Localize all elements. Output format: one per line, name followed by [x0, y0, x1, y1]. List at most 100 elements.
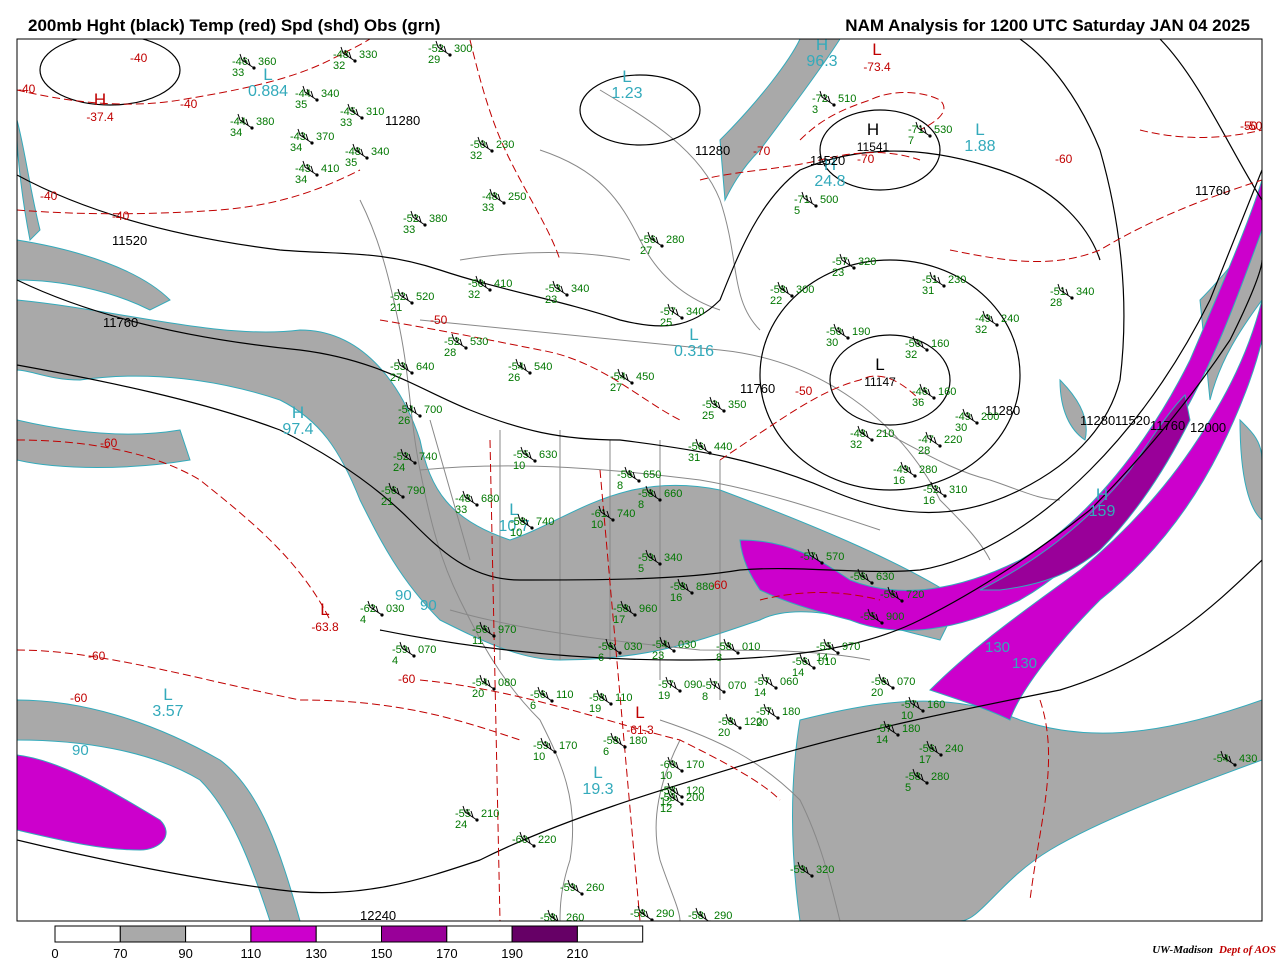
station-obs: -57 18020: [756, 703, 800, 729]
obs-dewpoint: 24: [393, 462, 405, 474]
temperature-label: -50: [1245, 119, 1263, 133]
obs-height: 240: [945, 743, 963, 755]
station-obs: -57 09019: [658, 676, 702, 702]
weather-map: H-37.4L0.884L1.23H96.3L-73.4H11541L1.88H…: [16, 35, 1263, 960]
obs-height: 640: [416, 361, 434, 373]
obs-height: 500: [820, 194, 838, 206]
height-label: 11280: [385, 113, 420, 128]
obs-height: 970: [842, 641, 860, 653]
obs-height: 370: [316, 131, 334, 143]
station-obs: -53 34023: [545, 280, 589, 306]
obs-dewpoint: 5: [638, 563, 644, 575]
obs-height: 660: [664, 488, 682, 500]
obs-dewpoint: 30: [826, 337, 838, 349]
station-obs: -55 97014: [816, 638, 860, 664]
obs-height: 440: [714, 441, 732, 453]
obs-dewpoint: 4: [392, 655, 398, 667]
obs-dewpoint: 31: [688, 452, 700, 464]
legend-tick-label: 90: [178, 946, 192, 960]
height-label: 11760: [1150, 418, 1185, 433]
station-obs: -54 08020: [472, 674, 516, 700]
obs-dewpoint: 32: [905, 349, 917, 361]
obs-height: 260: [566, 912, 584, 924]
center-letter-H: H: [816, 35, 828, 54]
obs-height: 250: [508, 191, 526, 203]
obs-dewpoint: 32: [468, 289, 480, 301]
obs-dewpoint: 16: [893, 475, 905, 487]
obs-dewpoint: 26: [398, 415, 410, 427]
speed-label: 90: [420, 597, 437, 614]
station-obs: -56 1106: [530, 686, 574, 712]
obs-height: 540: [534, 361, 552, 373]
obs-dewpoint: 23: [832, 267, 844, 279]
station-obs: -58 290: [630, 905, 674, 921]
obs-dewpoint: 4: [360, 614, 366, 626]
station-obs: -54 70026: [398, 401, 442, 427]
obs-dewpoint: 6: [530, 700, 536, 712]
obs-height: 330: [359, 49, 377, 61]
obs-height: 350: [728, 399, 746, 411]
station-obs: -49 24032: [975, 310, 1019, 336]
obs-dewpoint: 34: [290, 142, 302, 154]
obs-height: 410: [494, 278, 512, 290]
obs-height: 160: [931, 338, 949, 350]
station-obs: -59 0704: [392, 641, 436, 667]
height-label: 11520: [112, 233, 147, 248]
obs-height: 030: [678, 639, 696, 651]
obs-height: 160: [927, 699, 945, 711]
center-letter-L: L: [975, 120, 984, 139]
obs-dewpoint: 29: [428, 54, 440, 66]
center-letter-L: L: [872, 40, 881, 59]
center-value: -63.8: [311, 620, 339, 634]
station-obs: -44 38034: [230, 113, 274, 139]
obs-dewpoint: 26: [508, 372, 520, 384]
obs-height: 290: [714, 910, 732, 922]
obs-dewpoint: 11: [472, 635, 483, 647]
legend-swatch: [54, 925, 121, 943]
station-obs: -50 23032: [470, 136, 514, 162]
obs-dewpoint: 35: [295, 99, 307, 111]
station-obs: -43 37034: [290, 128, 334, 154]
center-letter-H: H: [94, 90, 106, 109]
obs-height: 230: [496, 139, 514, 151]
obs-dewpoint: 32: [333, 60, 345, 72]
obs-dewpoint: 14: [816, 652, 828, 664]
obs-dewpoint: 31: [922, 285, 934, 297]
station-obs: -57 32023: [832, 253, 876, 279]
obs-dewpoint: 33: [455, 504, 467, 516]
obs-dewpoint: 5: [905, 782, 911, 794]
obs-dewpoint: 19: [658, 690, 670, 702]
obs-dewpoint: 34: [230, 127, 242, 139]
station-obs: -54 54026: [508, 358, 552, 384]
obs-height: 320: [858, 256, 876, 268]
station-obs: -58 260: [540, 909, 584, 925]
obs-dewpoint: 5: [794, 205, 800, 217]
obs-dewpoint: 8: [716, 652, 722, 664]
obs-height: 220: [944, 434, 962, 446]
station-obs: -55 21024: [455, 805, 499, 831]
obs-height: 530: [470, 336, 488, 348]
obs-height: 010: [742, 641, 760, 653]
obs-height: 740: [536, 516, 554, 528]
station-obs: -62 0304: [360, 600, 404, 626]
obs-dewpoint: 8: [617, 480, 623, 492]
legend-swatch: [576, 925, 644, 943]
obs-dewpoint: 10: [533, 751, 545, 763]
station-obs: -56 44031: [688, 438, 732, 464]
legend-swatch: [119, 925, 187, 943]
obs-dewpoint: 25: [702, 410, 714, 422]
center-letter-L: L: [635, 703, 644, 722]
speed-label: 90: [395, 587, 412, 604]
legend-swatch: [185, 925, 252, 943]
height-label: 11280: [695, 143, 730, 158]
obs-height: 900: [886, 611, 904, 623]
station-dot: [560, 922, 563, 925]
height-label: 11520: [810, 153, 845, 168]
obs-height: 650: [643, 469, 661, 481]
credit-org: UW-Madison: [1152, 944, 1213, 956]
temperature-label: -40: [112, 209, 130, 223]
obs-dewpoint: 33: [232, 67, 244, 79]
station-obs: -59 260: [560, 879, 604, 896]
obs-dewpoint: 33: [482, 202, 494, 214]
obs-dewpoint: 14: [792, 667, 804, 679]
